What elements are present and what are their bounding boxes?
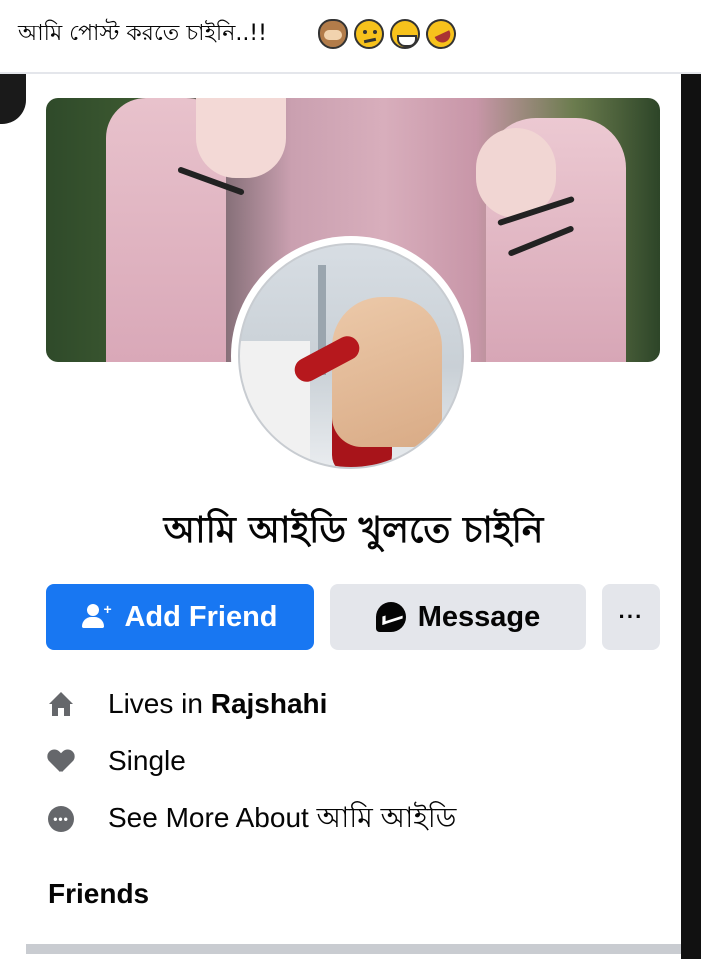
- heart-icon: [48, 748, 74, 774]
- lives-in-city[interactable]: Rajshahi: [211, 688, 328, 720]
- see-no-evil-monkey-emoji-icon: [318, 19, 348, 49]
- more-options-button[interactable]: ···: [602, 584, 660, 650]
- messenger-icon: [375, 602, 406, 632]
- friends-heading: Friends: [48, 878, 150, 909]
- see-more-about-row[interactable]: ••• See More About আমি আইডি: [48, 799, 456, 839]
- add-friend-label: Add Friend: [124, 600, 278, 633]
- home-icon: [48, 691, 74, 717]
- post-caption: আমি পোস্ট করতে চাইনি..!!: [18, 21, 267, 46]
- more-dots-icon: ···: [618, 604, 644, 629]
- screenshot-right-margin: [681, 74, 701, 959]
- profile-picture-detail: [332, 297, 442, 447]
- caption-emoji-row: [318, 14, 461, 54]
- profile-name: আমি আইডি খুলতে চাইনি: [163, 510, 544, 551]
- more-dots-circle-icon: •••: [48, 806, 74, 832]
- lives-in-row: Lives in Rajshahi: [48, 684, 327, 724]
- post-caption-bar: আমি পোস্ট করতে চাইনি..!!: [0, 0, 701, 74]
- profile-picture-image: [238, 243, 464, 469]
- lives-in-prefix: Lives in: [108, 688, 211, 719]
- message-label: Message: [417, 600, 541, 633]
- profile-card: আমি আইডি খুলতে চাইনি + Add Friend Messag…: [26, 74, 681, 959]
- confused-face-emoji-icon: [354, 19, 384, 49]
- section-divider: [26, 944, 681, 954]
- rolling-laughing-emoji-icon: [421, 14, 461, 54]
- profile-picture[interactable]: [231, 236, 471, 476]
- relationship-status: Single: [108, 745, 186, 776]
- see-more-about-label[interactable]: See More About আমি আইডি: [108, 796, 456, 843]
- cover-photo-detail: [196, 98, 286, 178]
- message-button[interactable]: Message: [330, 584, 586, 650]
- person-plus-icon: +: [82, 602, 112, 630]
- add-friend-button[interactable]: + Add Friend: [46, 584, 314, 650]
- screenshot-left-margin: [0, 74, 26, 959]
- grinning-face-emoji-icon: [390, 19, 420, 49]
- relationship-row: Single: [48, 741, 186, 781]
